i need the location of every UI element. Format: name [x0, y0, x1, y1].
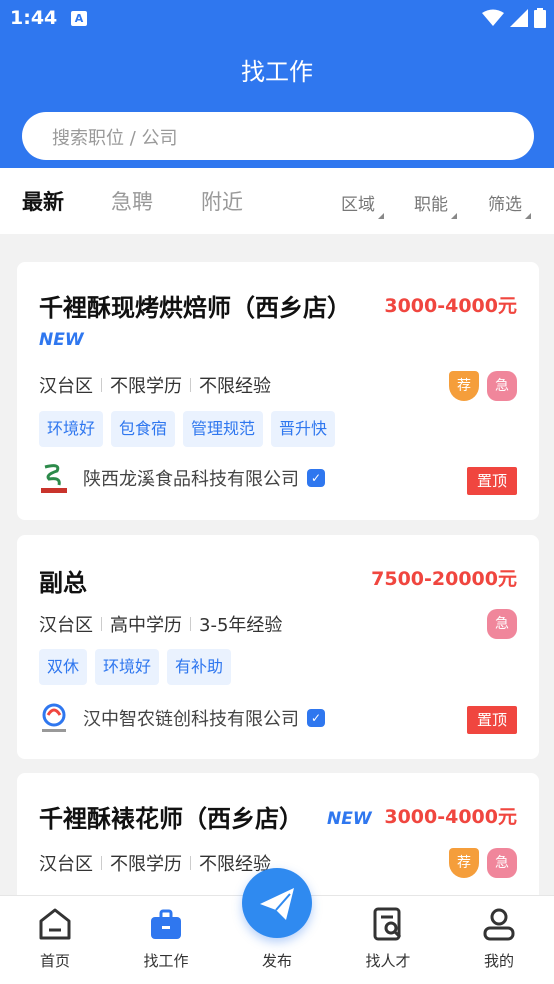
recommended-badge: 荐 — [449, 371, 479, 401]
urgent-badge: 急 — [487, 371, 517, 401]
job-tag: 双休 — [39, 649, 88, 685]
divider — [101, 378, 102, 392]
job-location: 汉台区 — [39, 615, 93, 636]
job-title: 千裡酥现烤烘焙师（西乡店） — [39, 294, 351, 322]
pinned-badge: 置顶 — [467, 706, 517, 734]
nav-find-job-label: 找工作 — [143, 952, 189, 970]
job-education: 不限学历 — [110, 854, 182, 875]
job-education: 不限学历 — [110, 376, 182, 397]
verified-icon: ✓ — [307, 709, 325, 727]
notification-icon: A — [71, 11, 87, 26]
job-title: 副总 — [39, 569, 87, 597]
divider — [101, 856, 102, 870]
search-input[interactable]: 搜索职位 / 公司 — [22, 112, 534, 160]
job-badges: 荐 急 — [449, 371, 517, 401]
nav-post-label: 发布 — [261, 952, 292, 970]
job-experience: 3-5年经验 — [199, 615, 283, 636]
nav-home[interactable]: 首页 — [0, 896, 110, 984]
job-experience: 不限经验 — [199, 376, 271, 397]
job-badges: 急 — [487, 609, 517, 639]
job-tag: 环境好 — [39, 411, 104, 447]
job-salary: 3000-4000元 — [384, 806, 517, 828]
user-icon — [483, 908, 515, 941]
search-placeholder: 搜索职位 / 公司 — [52, 128, 178, 149]
new-badge: NEW — [327, 809, 372, 829]
nav-profile-label: 我的 — [483, 952, 514, 970]
nav-find-job[interactable]: 找工作 — [111, 896, 221, 984]
company-name: 汉中智农链创科技有限公司 — [83, 709, 299, 730]
job-tag: 有补助 — [167, 649, 232, 685]
job-card[interactable]: 副总 7500-20000元 汉台区 高中学历 3-5年经验 急 双休 环境好 … — [17, 535, 539, 759]
job-tag: 晋升快 — [271, 411, 336, 447]
job-badges: 荐 急 — [449, 848, 517, 878]
dropdown-triangle-icon — [525, 213, 531, 219]
dropdown-triangle-icon — [378, 213, 384, 219]
company-row[interactable]: 陕西龙溪食品科技有限公司 ✓ — [39, 461, 325, 495]
divider — [101, 617, 102, 631]
status-bar: 1:44 A — [0, 0, 554, 36]
divider — [190, 856, 191, 870]
briefcase-icon — [151, 909, 181, 939]
signal-icon — [510, 9, 528, 27]
battery-icon — [534, 8, 546, 28]
company-logo — [42, 703, 66, 732]
filter-area[interactable]: 区域 — [341, 190, 384, 219]
filter-function-label: 职能 — [414, 195, 448, 215]
job-meta: 汉台区 高中学历 3-5年经验 — [39, 611, 282, 637]
job-tag: 管理规范 — [183, 411, 264, 447]
job-tag: 包食宿 — [111, 411, 176, 447]
urgent-badge: 急 — [487, 848, 517, 878]
job-card[interactable]: 千裡酥现烤烘焙师（西乡店） 3000-4000元 NEW 汉台区 不限学历 不限… — [17, 262, 539, 520]
job-education: 高中学历 — [110, 615, 182, 636]
urgent-badge: 急 — [487, 609, 517, 639]
post-button[interactable] — [242, 868, 312, 938]
tab-bar: 最新 急聘 附近 区域 职能 筛选 — [0, 168, 554, 234]
filter-screen-label: 筛选 — [488, 195, 522, 215]
job-meta: 汉台区 不限学历 不限经验 — [39, 850, 271, 876]
job-salary: 3000-4000元 — [384, 295, 517, 317]
dropdown-triangle-icon — [451, 213, 457, 219]
nav-home-label: 首页 — [39, 952, 70, 970]
status-icons — [482, 8, 546, 28]
job-location: 汉台区 — [39, 376, 93, 397]
verified-icon: ✓ — [307, 469, 325, 487]
filter-area-label: 区域 — [341, 195, 375, 215]
company-row[interactable]: 汉中智农链创科技有限公司 ✓ — [39, 701, 325, 735]
status-time: 1:44 — [10, 7, 58, 29]
divider — [190, 378, 191, 392]
wifi-icon — [482, 9, 504, 26]
resume-search-icon — [373, 907, 402, 941]
tab-nearby[interactable]: 附近 — [201, 186, 243, 216]
company-name: 陕西龙溪食品科技有限公司 — [83, 469, 299, 490]
job-tag: 环境好 — [95, 649, 160, 685]
company-logo — [41, 464, 67, 493]
recommended-badge: 荐 — [449, 848, 479, 878]
app-header: 1:44 A 找工作 搜索职位 / 公司 — [0, 0, 554, 168]
tab-urgent[interactable]: 急聘 — [111, 186, 153, 216]
job-tags: 环境好 包食宿 管理规范 晋升快 — [39, 411, 336, 447]
paper-plane-icon — [260, 888, 294, 920]
job-tags: 双休 环境好 有补助 — [39, 649, 232, 685]
tab-latest[interactable]: 最新 — [22, 186, 64, 216]
nav-profile[interactable]: 我的 — [444, 896, 554, 984]
job-meta: 汉台区 不限学历 不限经验 — [39, 372, 271, 398]
page-title: 找工作 — [241, 58, 313, 86]
nav-find-talent-label: 找人才 — [365, 952, 411, 970]
home-icon — [39, 908, 71, 940]
filter-screen[interactable]: 筛选 — [488, 190, 531, 219]
job-title: 千裡酥裱花师（西乡店） — [39, 805, 303, 833]
job-location: 汉台区 — [39, 854, 93, 875]
new-badge: NEW — [39, 330, 84, 350]
divider — [190, 617, 191, 631]
pinned-badge: 置顶 — [467, 467, 517, 495]
job-salary: 7500-20000元 — [371, 568, 517, 590]
filter-function[interactable]: 职能 — [414, 190, 457, 219]
nav-find-talent[interactable]: 找人才 — [333, 896, 443, 984]
